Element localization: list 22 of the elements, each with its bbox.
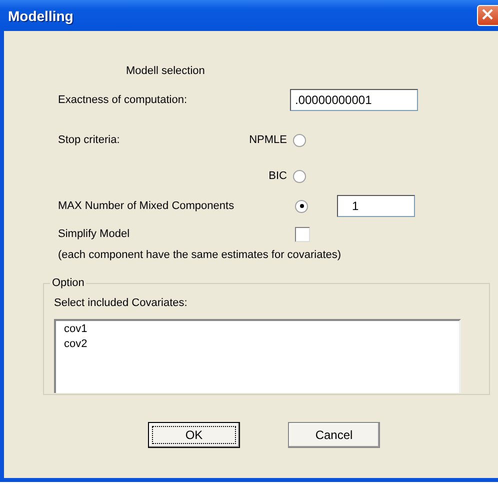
radio-button[interactable] <box>295 200 308 212</box>
checkbox[interactable] <box>295 226 310 242</box>
window-title: Modelling <box>8 8 74 24</box>
checkbox-label: Simplify Model <box>58 228 130 240</box>
list-item[interactable]: cov2 <box>64 337 88 352</box>
covariates-list[interactable]: cov1 cov2 <box>54 319 461 393</box>
cancel-button[interactable]: Cancel <box>288 422 380 448</box>
list-item[interactable]: cov1 <box>64 322 88 337</box>
field-label: Exactness of computation: <box>58 94 188 106</box>
radio-button[interactable] <box>293 170 306 182</box>
note-text: (each component have the same estimates for covariates) <box>58 249 342 261</box>
ok-button[interactable]: OK <box>148 422 240 448</box>
components-field[interactable]: 1 <box>337 195 415 217</box>
section-heading: Modell selection <box>126 65 205 77</box>
group-title: Option <box>51 277 86 289</box>
radio-label: MAX Number of Mixed Components <box>58 200 234 212</box>
radio-button[interactable] <box>293 134 306 146</box>
list-label: Select included Covariates: <box>54 297 188 309</box>
field-label: Stop criteria: <box>58 134 120 146</box>
exactness-field[interactable]: .00000000001 <box>290 89 418 111</box>
radio-label: BIC <box>268 170 287 182</box>
radio-label: NPMLE <box>249 134 287 146</box>
